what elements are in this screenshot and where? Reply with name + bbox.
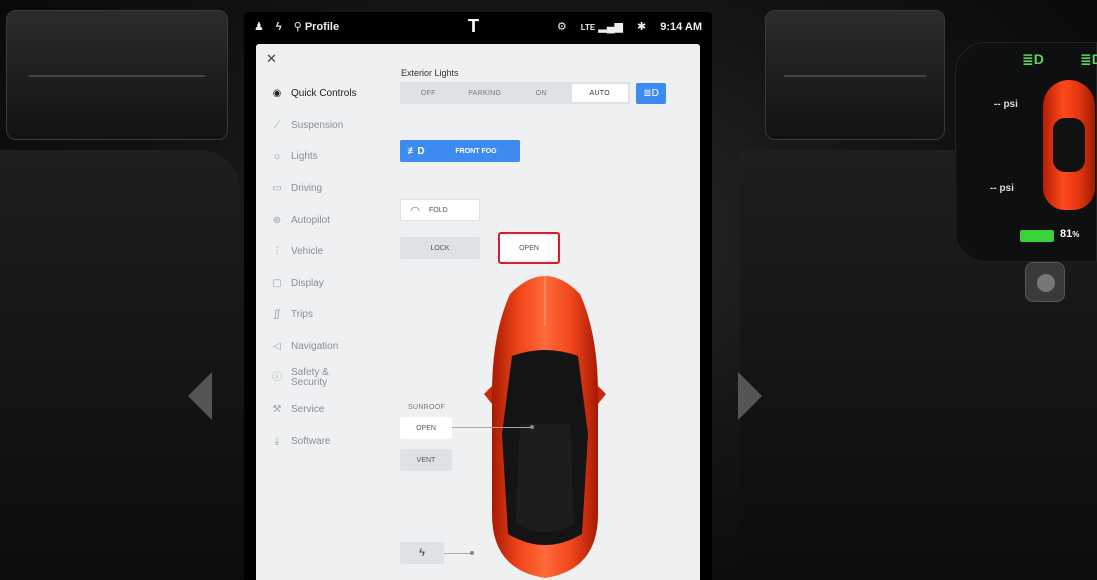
car-top-view	[484, 264, 606, 578]
exterior-lights-selector: OFF PARKING ON AUTO	[400, 82, 630, 104]
menu-item-navigation[interactable]: ◁ Navigation	[270, 331, 380, 363]
menu-item-display[interactable]: ▢ Display	[270, 268, 380, 300]
sunroof-leader-dot	[530, 425, 534, 429]
person-icon: ⚲	[293, 21, 302, 33]
navigation-icon: ◁	[273, 341, 281, 353]
settings-menu: ◉ Quick Controls ⟋ Suspension ☼ Lights ▭ Dri…	[270, 78, 380, 457]
lightning-icon[interactable]: ϟ	[276, 21, 282, 33]
high-beam-button[interactable]: ≣D	[636, 83, 666, 104]
steering-wheel-icon: ⊕	[272, 214, 282, 226]
wrench-icon: ⚒	[272, 404, 282, 416]
battery-percent: 81%	[1060, 228, 1080, 240]
menu-item-vehicle[interactable]: ⫶ Vehicle	[270, 236, 380, 268]
quick-controls-icon: ◉	[272, 88, 282, 100]
light-mode-auto[interactable]: AUTO	[571, 84, 628, 102]
charge-leader-dot	[470, 551, 474, 555]
fog-indicator-icon: ≣D	[1080, 51, 1097, 67]
lights-icon: ☼	[272, 151, 282, 163]
menu-item-autopilot[interactable]: ⊕ Autopilot	[270, 204, 380, 236]
tire-pressure-front: -- psi	[994, 99, 1018, 110]
sunroof-leader-line	[452, 427, 532, 428]
menu-item-trips[interactable]: ∬ Trips	[270, 299, 380, 331]
highlight-box	[498, 232, 560, 264]
menu-item-lights[interactable]: ☼ Lights	[270, 141, 380, 173]
right-hazard-trim	[738, 372, 762, 420]
cluster-car-image	[1043, 80, 1095, 210]
sunroof-vent-button[interactable]: VENT	[400, 449, 452, 471]
lightning-icon: ϟ	[419, 547, 425, 559]
fold-mirrors-button[interactable]: ◠ FOLD	[400, 199, 480, 221]
tire-pressure-rear: -- psi	[990, 183, 1014, 194]
dashboard-scene: ≣D ≣D -- psi -- psi 81% ♟ ϟ ⚲ Profile T …	[0, 0, 1097, 580]
light-mode-off[interactable]: OFF	[400, 82, 457, 104]
sliders-icon: ⫶	[275, 246, 279, 258]
lock-button[interactable]: LOCK	[400, 237, 480, 259]
left-dash-panel	[0, 150, 240, 580]
left-hazard-trim	[188, 372, 212, 420]
right-air-vent	[765, 10, 945, 140]
seat-icon[interactable]: ♟	[254, 20, 264, 33]
light-mode-on[interactable]: ON	[513, 82, 570, 104]
menu-item-software[interactable]: ⤓ Software	[270, 426, 380, 458]
battery-gauge	[1020, 230, 1054, 242]
headlight-icon: ≣D	[643, 88, 659, 99]
menu-item-suspension[interactable]: ⟋ Suspension	[270, 110, 380, 142]
suspension-icon: ⟋	[273, 119, 281, 131]
menu-item-driving[interactable]: ▭ Driving	[270, 173, 380, 205]
profile-button[interactable]: ⚲ Profile	[294, 20, 339, 33]
download-icon: ⤓	[274, 435, 280, 447]
sunroof-open-button[interactable]: OPEN	[400, 417, 452, 439]
menu-item-safety-security[interactable]: ⓘ Safety & Security	[270, 362, 380, 394]
headlight-indicator-icon: ≣D	[1022, 51, 1044, 67]
charge-leader-line	[444, 553, 472, 554]
clock: 9:14 AM	[660, 20, 702, 33]
close-icon[interactable]: ✕	[266, 51, 277, 67]
charge-port-button[interactable]: ϟ	[400, 542, 444, 564]
quick-controls-content: Exterior Lights OFF PARKING ON AUTO ≣D ≢…	[398, 44, 700, 580]
front-fog-button[interactable]: ≢D FRONT FOG	[400, 140, 520, 162]
car-icon: ▭	[272, 183, 282, 195]
network-status: LTE ▂▄▆	[580, 21, 623, 33]
sunroof-label: SUNROOF	[408, 404, 446, 411]
fog-light-icon: ≢D	[407, 145, 425, 157]
left-air-vent	[6, 10, 228, 140]
info-icon: ⓘ	[272, 372, 282, 384]
light-mode-parking[interactable]: PARKING	[457, 82, 514, 104]
hazard-button[interactable]	[1025, 262, 1065, 302]
status-bar: ♟ ϟ ⚲ Profile T ⚙ LTE ▂▄▆ ✱ 9:14 AM	[244, 12, 712, 42]
settings-panel: ✕ ◉ Quick Controls ⟋ Suspension ☼ Lights ▭ D…	[256, 44, 700, 580]
touchscreen: ♟ ϟ ⚲ Profile T ⚙ LTE ▂▄▆ ✱ 9:14 AM ✕ ◉ Q…	[244, 12, 712, 580]
menu-item-quick-controls[interactable]: ◉ Quick Controls	[270, 78, 380, 110]
sentry-icon: ⚙	[556, 21, 567, 33]
exterior-lights-title: Exterior Lights	[401, 68, 459, 78]
signal-icon: ▂▄▆	[598, 21, 623, 33]
trips-icon: ∬	[273, 309, 281, 321]
display-icon: ▢	[272, 277, 282, 289]
bluetooth-icon: ✱	[637, 21, 647, 33]
menu-item-service[interactable]: ⚒ Service	[270, 394, 380, 426]
tesla-logo-icon[interactable]: T	[468, 16, 479, 37]
mirror-icon: ◠	[410, 204, 420, 217]
